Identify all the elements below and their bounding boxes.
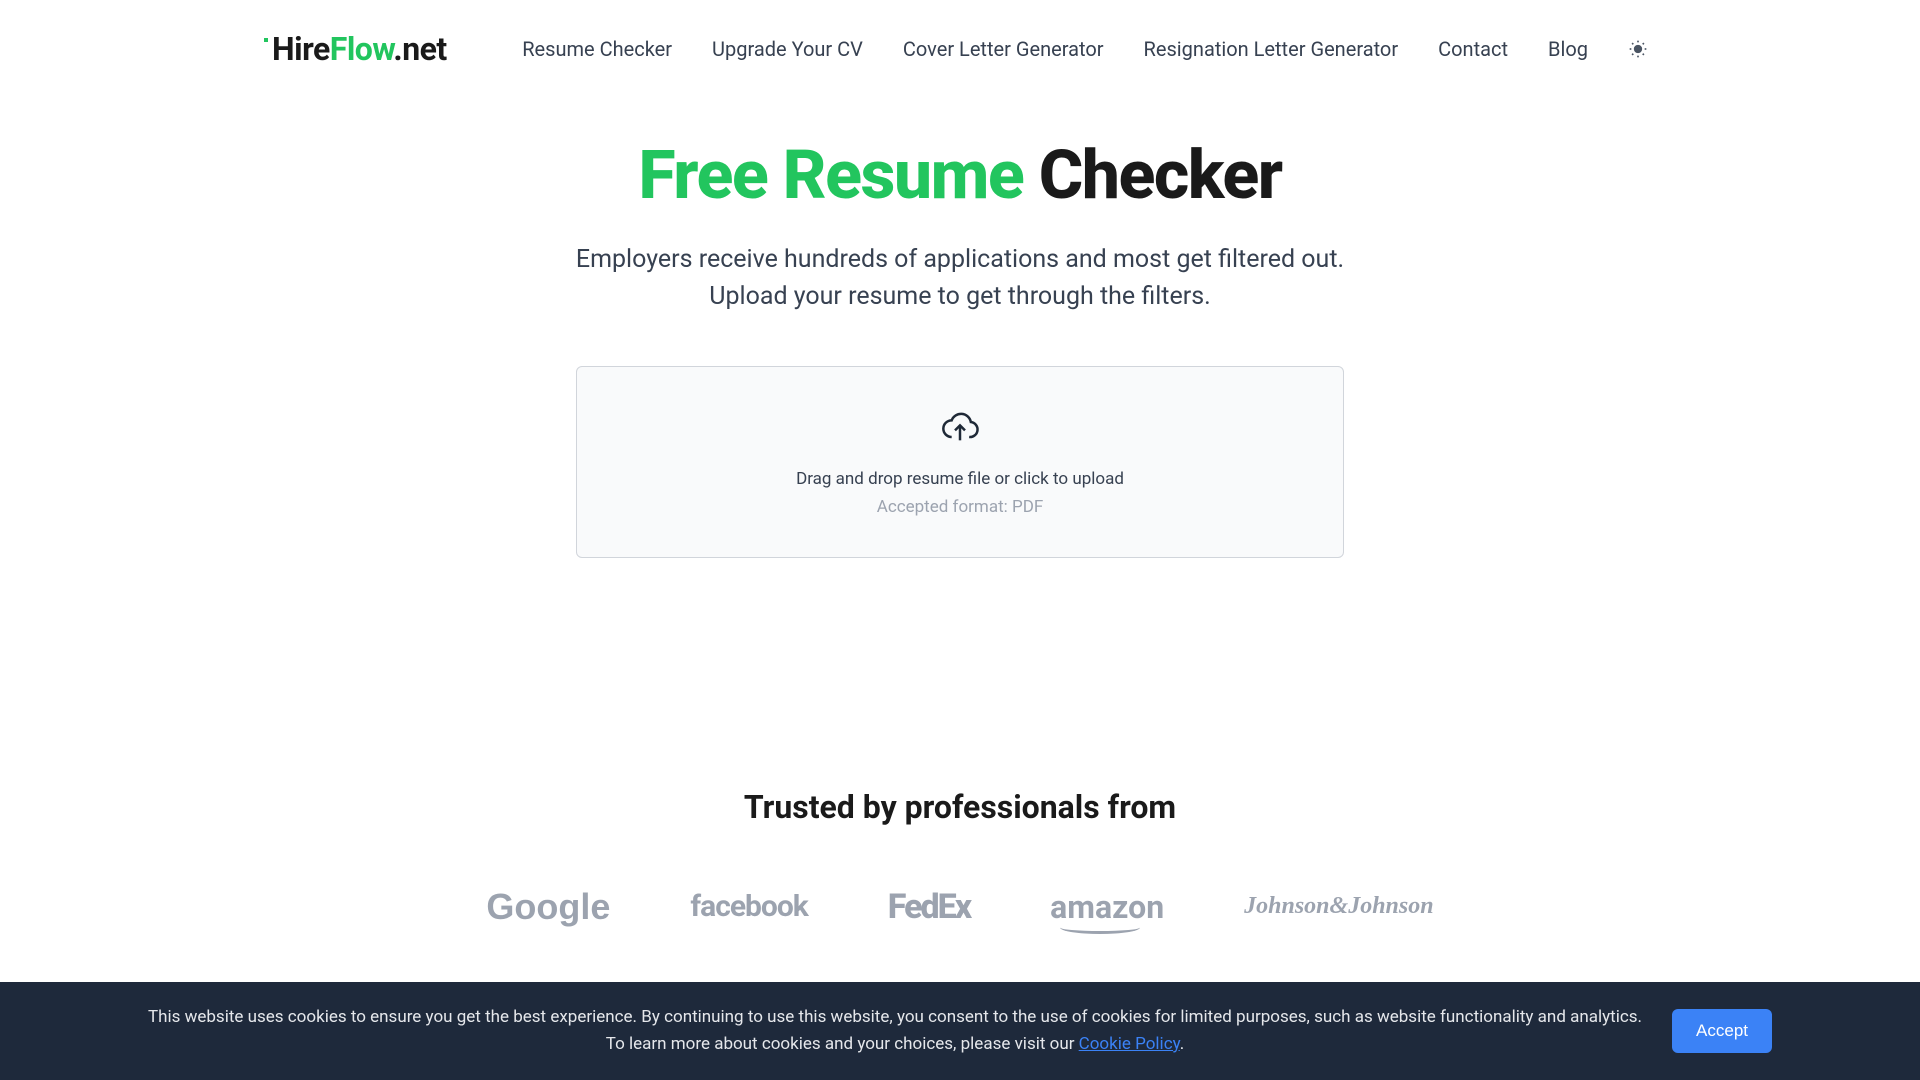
nav-resignation-letter[interactable]: Resignation Letter Generator bbox=[1144, 37, 1399, 61]
nav-cover-letter[interactable]: Cover Letter Generator bbox=[903, 37, 1104, 61]
logo-part-net: .net bbox=[393, 30, 446, 68]
cookie-text-part1: This website uses cookies to ensure you … bbox=[148, 1007, 1642, 1027]
cookie-text: This website uses cookies to ensure you … bbox=[148, 1004, 1642, 1058]
nav-blog[interactable]: Blog bbox=[1548, 37, 1588, 61]
cookie-accept-button[interactable]: Accept bbox=[1672, 1009, 1772, 1053]
logo-amazon: amazon bbox=[1050, 888, 1164, 926]
logo-part-hire: Hire bbox=[272, 30, 330, 68]
hero-title-rest: Checker bbox=[1023, 135, 1281, 215]
logo-part-flow: Flow bbox=[330, 30, 394, 68]
hero-subtitle: Employers receive hundreds of applicatio… bbox=[272, 241, 1648, 316]
hero-section: Free Resume Checker Employers receive hu… bbox=[272, 98, 1648, 558]
logo-facebook: facebook bbox=[690, 889, 807, 924]
logo-johnson-johnson: Johnson&Johnson bbox=[1244, 893, 1433, 920]
main-nav: Resume Checker Upgrade Your CV Cover Let… bbox=[522, 37, 1648, 61]
cloud-upload-icon bbox=[938, 407, 982, 451]
hero-title-highlight: Free Resume bbox=[638, 135, 1023, 215]
logo-google: Google bbox=[486, 886, 610, 928]
trusted-title: Trusted by professionals from bbox=[272, 788, 1648, 826]
cookie-text-part2: To learn more about cookies and your cho… bbox=[606, 1034, 1079, 1054]
trusted-section: Trusted by professionals from Google fac… bbox=[272, 788, 1648, 928]
cookie-policy-link[interactable]: Cookie Policy bbox=[1079, 1034, 1180, 1054]
hero-subtitle-line1: Employers receive hundreds of applicatio… bbox=[576, 245, 1344, 274]
upload-instruction: Drag and drop resume file or click to up… bbox=[796, 469, 1124, 489]
sun-icon bbox=[1628, 39, 1648, 59]
company-logos: Google facebook FedEx amazon Johnson&Joh… bbox=[272, 886, 1648, 928]
hero-subtitle-line2: Upload your resume to get through the fi… bbox=[709, 282, 1210, 311]
hero-title: Free Resume Checker bbox=[272, 138, 1648, 213]
upload-dropzone[interactable]: Drag and drop resume file or click to up… bbox=[576, 366, 1344, 558]
nav-resume-checker[interactable]: Resume Checker bbox=[522, 37, 672, 61]
cookie-text-part3: . bbox=[1180, 1034, 1184, 1054]
header: HireFlow.net Resume Checker Upgrade Your… bbox=[272, 0, 1648, 98]
nav-contact[interactable]: Contact bbox=[1438, 37, 1508, 61]
theme-toggle-button[interactable] bbox=[1628, 39, 1648, 59]
nav-upgrade-cv[interactable]: Upgrade Your CV bbox=[712, 37, 863, 61]
cookie-banner: This website uses cookies to ensure you … bbox=[0, 982, 1920, 1080]
logo[interactable]: HireFlow.net bbox=[272, 30, 447, 68]
upload-format: Accepted format: PDF bbox=[877, 497, 1044, 517]
logo-fedex: FedEx bbox=[888, 887, 970, 927]
